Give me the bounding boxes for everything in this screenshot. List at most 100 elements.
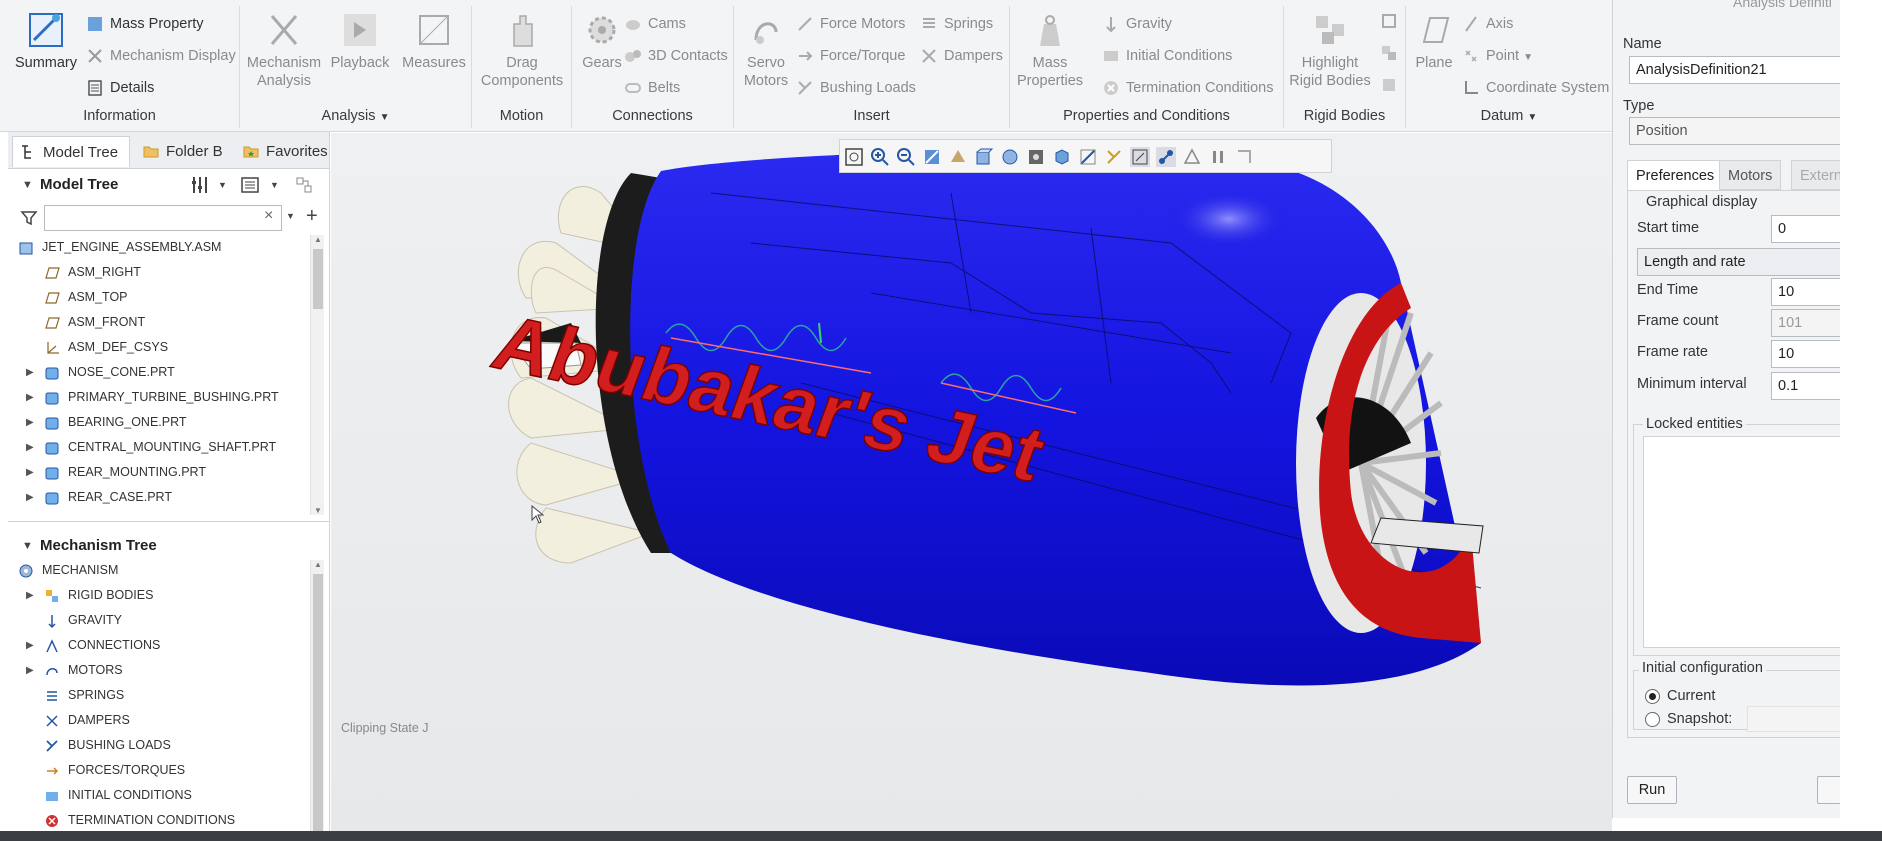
tree-row[interactable]: BUSHING LOADS [8, 733, 308, 758]
tree-row[interactable]: INITIAL CONDITIONS [8, 783, 308, 808]
expand-icon[interactable]: ▶ [26, 385, 34, 410]
force-torque-button[interactable]: Force/Torque [796, 44, 905, 68]
zoom-out-icon[interactable] [896, 147, 916, 167]
measures-button[interactable]: Measures [400, 10, 468, 72]
start-time-field[interactable]: 0 [1771, 215, 1841, 243]
minimum-interval-field[interactable]: 0.1 [1771, 372, 1841, 400]
expand-icon[interactable]: ▶ [26, 583, 34, 608]
initial-conditions-button[interactable]: Initial Conditions [1102, 44, 1232, 68]
tree-row[interactable]: MECHANISM [8, 558, 308, 583]
bushing-loads-button[interactable]: Bushing Loads [796, 76, 916, 100]
name-field[interactable]: AnalysisDefinition21 [1629, 56, 1841, 84]
view-manager-icon[interactable] [1000, 147, 1020, 167]
3d-contacts-button[interactable]: 3D Contacts [624, 44, 728, 68]
tree-row[interactable]: SPRINGS [8, 683, 308, 708]
group-label-datum[interactable]: Datum ▼ [1406, 108, 1612, 124]
springs-button[interactable]: Springs [920, 12, 993, 36]
tree-row[interactable]: ▶ PRIMARY_TURBINE_BUSHING.PRT [8, 385, 308, 410]
cams-button[interactable]: Cams [624, 12, 686, 36]
expand-icon[interactable]: ▶ [26, 410, 34, 435]
perspective-icon[interactable] [1026, 147, 1046, 167]
model-tree-scrollbar[interactable]: ▲ ▼ [310, 235, 324, 515]
drag-components-button[interactable]: Drag Components [478, 10, 566, 90]
tree-row[interactable]: ▶ REAR_CASE.PRT [8, 485, 308, 510]
mechanism-tree-scrollbar[interactable]: ▲ [310, 560, 324, 841]
datum-display-icon[interactable] [1104, 147, 1124, 167]
scroll-thumb[interactable] [313, 249, 323, 309]
termination-conditions-button[interactable]: Termination Conditions [1102, 76, 1274, 100]
axis-button[interactable]: Axis [1462, 12, 1513, 36]
tree-row[interactable]: ▶ BEARING_ONE.PRT [8, 410, 308, 435]
tab-preferences[interactable]: Preferences [1627, 160, 1724, 190]
expand-icon[interactable]: ▶ [26, 460, 34, 485]
mechanism-analysis-button[interactable]: Mechanism Analysis [244, 10, 324, 90]
tree-row[interactable]: ▶ REAR_MOUNTING.PRT [8, 460, 308, 485]
locked-entities-list[interactable] [1643, 436, 1841, 648]
tree-row[interactable]: ▶ RIGID BODIES [8, 583, 308, 608]
type-select[interactable]: Position [1629, 117, 1841, 145]
refit-icon[interactable] [844, 147, 864, 167]
tree-row[interactable]: ▶ NOSE_CONE.PRT [8, 360, 308, 385]
tree-row[interactable]: ASM_TOP [8, 285, 308, 310]
tree-row[interactable]: FORCES/TORQUES [8, 758, 308, 783]
tree-row[interactable]: JET_ENGINE_ASSEMBLY.ASM [8, 235, 308, 260]
tab-model-tree[interactable]: Model Tree [12, 136, 130, 167]
model-tree-header[interactable]: ▼ Model Tree ▼ ▼ [8, 169, 329, 201]
annotation-display-icon[interactable] [1130, 147, 1150, 167]
settings-icon[interactable] [190, 175, 210, 195]
expand-icon[interactable]: ▶ [26, 633, 34, 658]
tree-row[interactable]: ▶ CENTRAL_MOUNTING_SHAFT.PRT [8, 435, 308, 460]
end-time-field[interactable]: 10 [1771, 278, 1841, 306]
scroll-up-icon[interactable]: ▲ [314, 560, 322, 569]
mass-property-button[interactable]: Mass Property [86, 12, 203, 36]
scroll-down-icon[interactable]: ▼ [314, 506, 322, 515]
add-icon[interactable]: + [306, 205, 318, 228]
show-icon[interactable] [240, 175, 260, 195]
expand-icon[interactable]: ▶ [26, 485, 34, 510]
rigid-body-tool-icon[interactable] [1380, 12, 1398, 30]
more-tools-icon[interactable] [1234, 147, 1254, 167]
repaint-icon[interactable] [922, 147, 942, 167]
mechanism-display-button[interactable]: Mechanism Display [86, 44, 236, 68]
frame-rate-field[interactable]: 10 [1771, 340, 1841, 368]
point-button[interactable]: Point ▼ [1462, 44, 1533, 68]
rigid-body-list-icon[interactable] [1380, 76, 1398, 94]
reorient-icon[interactable] [948, 147, 968, 167]
plane-button[interactable]: Plane [1408, 10, 1460, 72]
servo-motors-button[interactable]: Servo Motors [736, 10, 796, 90]
gravity-button[interactable]: Gravity [1102, 12, 1172, 36]
coordinate-system-button[interactable]: Coordinate System [1462, 76, 1609, 100]
tree-filter-icon[interactable] [294, 175, 314, 195]
gears-button[interactable]: Gears [576, 10, 628, 72]
tree-splitter[interactable] [8, 521, 330, 525]
pause-icon[interactable] [1208, 147, 1228, 167]
show-dropdown-icon[interactable]: ▼ [270, 169, 279, 201]
belts-button[interactable]: Belts [624, 76, 680, 100]
group-label-analysis[interactable]: Analysis ▼ [240, 108, 471, 124]
force-motors-button[interactable]: Force Motors [796, 12, 905, 36]
scroll-up-icon[interactable]: ▲ [314, 235, 322, 244]
scroll-thumb[interactable] [313, 574, 323, 836]
mass-properties-button[interactable]: Mass Properties [1016, 10, 1084, 90]
highlight-rigid-bodies-button[interactable]: Highlight Rigid Bodies [1286, 10, 1374, 90]
tree-row[interactable]: ASM_RIGHT [8, 260, 308, 285]
display-style-icon[interactable] [1052, 147, 1072, 167]
tree-row[interactable]: ▶ CONNECTIONS [8, 633, 308, 658]
expand-icon[interactable]: ▶ [26, 435, 34, 460]
snapshot-radio[interactable] [1645, 712, 1660, 727]
tree-row[interactable]: ▶ MOTORS [8, 658, 308, 683]
run-button[interactable]: Run [1627, 776, 1677, 804]
zoom-in-icon[interactable] [870, 147, 890, 167]
expand-icon[interactable]: ▶ [26, 658, 34, 683]
tree-row[interactable]: DAMPERS [8, 708, 308, 733]
summary-button[interactable]: Summary [8, 10, 84, 72]
details-button[interactable]: Details [86, 76, 154, 100]
tree-search-input[interactable] [44, 205, 282, 231]
spin-center-icon[interactable] [1182, 147, 1202, 167]
tree-row[interactable]: GRAVITY [8, 608, 308, 633]
dialog-action-button[interactable] [1817, 776, 1841, 804]
tab-favorites[interactable]: Favorites [236, 136, 332, 167]
rigid-body-merge-icon[interactable] [1380, 44, 1398, 62]
mechanism-display-toggle-icon[interactable] [1156, 147, 1176, 167]
expand-icon[interactable]: ▶ [26, 360, 34, 385]
